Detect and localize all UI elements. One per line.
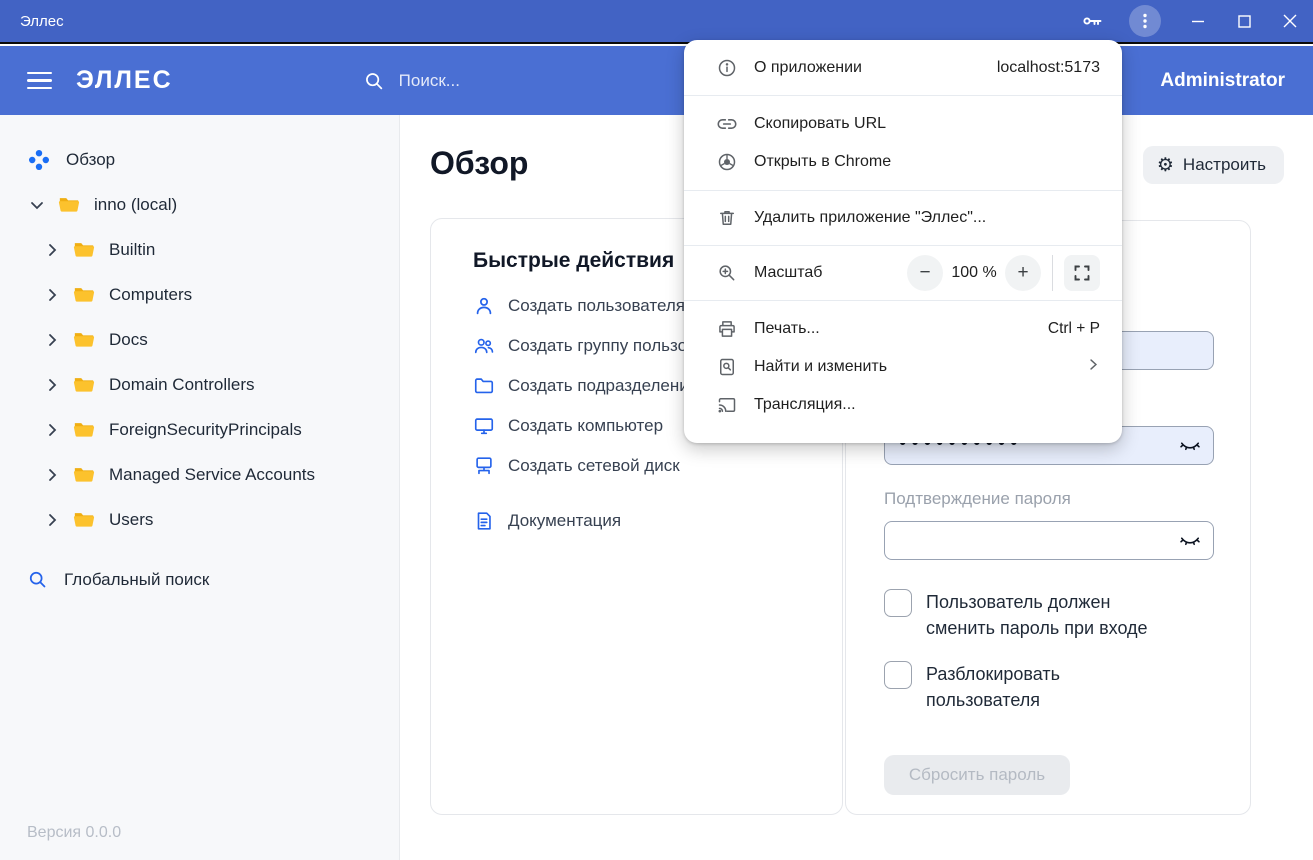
confirm-password-field[interactable] bbox=[884, 521, 1214, 560]
sidebar-item-managed-service-accounts[interactable]: Managed Service Accounts bbox=[0, 452, 399, 497]
reset-password-button[interactable]: Сбросить пароль bbox=[884, 755, 1070, 795]
sidebar-item-global-search[interactable]: Глобальный поиск bbox=[0, 557, 399, 602]
chevron-right-icon[interactable] bbox=[43, 332, 61, 348]
menu-item-cast[interactable]: Трансляция... bbox=[684, 386, 1122, 424]
menu-item-open-in-chrome[interactable]: Открыть в Chrome bbox=[684, 143, 1122, 181]
eye-closed-icon[interactable] bbox=[1179, 436, 1201, 461]
configure-button[interactable]: ⚙ Настроить bbox=[1143, 146, 1284, 184]
search-icon bbox=[27, 569, 48, 590]
minimize-button[interactable] bbox=[1175, 0, 1221, 43]
link-icon bbox=[716, 114, 738, 134]
zoom-out-button[interactable]: − bbox=[907, 255, 943, 291]
zoom-value: 100 % bbox=[943, 264, 1005, 282]
menu-item-zoom: Масштаб − 100 % + bbox=[684, 246, 1122, 300]
chevron-right-icon[interactable] bbox=[43, 242, 61, 258]
hamburger-menu-icon[interactable] bbox=[27, 72, 52, 90]
window-title: Эллес bbox=[20, 13, 64, 30]
sidebar: Обзор inno (local) Builtin bbox=[0, 115, 400, 860]
zoom-in-button[interactable]: + bbox=[1005, 255, 1041, 291]
user-icon bbox=[473, 295, 495, 317]
chevron-down-icon[interactable] bbox=[28, 197, 46, 213]
header-search[interactable] bbox=[363, 70, 639, 92]
print-shortcut: Ctrl + P bbox=[1048, 320, 1100, 338]
chevron-right-icon[interactable] bbox=[43, 512, 61, 528]
sidebar-item-builtin[interactable]: Builtin bbox=[0, 227, 399, 272]
fullscreen-icon bbox=[1074, 265, 1090, 281]
trash-icon bbox=[716, 208, 738, 228]
chevron-right-icon[interactable] bbox=[43, 377, 61, 393]
app-origin: localhost:5173 bbox=[997, 59, 1100, 77]
sidebar-item-overview[interactable]: Обзор bbox=[0, 137, 399, 182]
chevron-right-icon[interactable] bbox=[43, 467, 61, 483]
app-logo: ЭЛЛЕС bbox=[76, 66, 173, 95]
menu-item-find-edit[interactable]: Найти и изменить bbox=[684, 348, 1122, 386]
sidebar-item-label: Глобальный поиск bbox=[64, 570, 209, 590]
printer-icon bbox=[716, 319, 738, 339]
folder-icon bbox=[73, 240, 95, 259]
eye-closed-icon[interactable] bbox=[1179, 531, 1201, 556]
gear-icon: ⚙ bbox=[1157, 156, 1174, 175]
sidebar-item-label: Domain Controllers bbox=[109, 375, 255, 395]
sidebar-item-label: Computers bbox=[109, 285, 192, 305]
cast-icon bbox=[716, 395, 738, 415]
checkbox-must-change-password[interactable]: Пользователь должен сменить пароль при в… bbox=[884, 589, 1212, 641]
sidebar-item-label: Managed Service Accounts bbox=[109, 465, 315, 485]
checkbox[interactable] bbox=[884, 589, 912, 617]
sidebar-item-domain-controllers[interactable]: Domain Controllers bbox=[0, 362, 399, 407]
chevron-right-icon[interactable] bbox=[43, 287, 61, 303]
folder-icon bbox=[73, 420, 95, 439]
menu-item-about[interactable]: О приложении localhost:5173 bbox=[684, 40, 1122, 95]
app-menu-dots-icon[interactable] bbox=[1129, 5, 1161, 37]
sidebar-item-label: Docs bbox=[109, 330, 148, 350]
maximize-button[interactable] bbox=[1221, 0, 1267, 43]
user-group-icon bbox=[473, 335, 495, 357]
titlebar: Эллес bbox=[0, 0, 1313, 44]
menu-item-print[interactable]: Печать... Ctrl + P bbox=[684, 310, 1122, 348]
app-window: Эллес ЭЛЛЕС bbox=[0, 0, 1313, 860]
action-create-network-drive[interactable]: Создать сетевой диск bbox=[473, 446, 842, 486]
confirm-password-label: Подтверждение пароля bbox=[884, 489, 1212, 509]
menu-item-uninstall[interactable]: Удалить приложение "Эллес"... bbox=[684, 191, 1122, 245]
find-in-page-icon bbox=[716, 357, 738, 377]
document-icon bbox=[473, 510, 495, 532]
sidebar-item-label: inno (local) bbox=[94, 195, 177, 215]
app-menu: О приложении localhost:5173 Скопировать … bbox=[684, 40, 1122, 443]
sidebar-item-users[interactable]: Users bbox=[0, 497, 399, 542]
sidebar-item-domain[interactable]: inno (local) bbox=[0, 182, 399, 227]
submenu-chevron-icon bbox=[1087, 358, 1100, 376]
password-key-icon[interactable] bbox=[1075, 4, 1109, 38]
info-icon bbox=[716, 58, 738, 78]
folder-open-icon bbox=[58, 195, 80, 214]
sidebar-item-foreign-security-principals[interactable]: ForeignSecurityPrincipals bbox=[0, 407, 399, 452]
folder-icon bbox=[73, 375, 95, 394]
overview-clover-icon bbox=[28, 149, 50, 171]
page-title: Обзор bbox=[430, 145, 528, 182]
close-button[interactable] bbox=[1267, 0, 1313, 43]
chevron-right-icon[interactable] bbox=[43, 422, 61, 438]
action-documentation[interactable]: Документация bbox=[473, 501, 842, 541]
fullscreen-button[interactable] bbox=[1064, 255, 1100, 291]
folder-icon bbox=[73, 510, 95, 529]
app-version: Версия 0.0.0 bbox=[27, 824, 121, 842]
zoom-in-icon bbox=[716, 263, 738, 283]
chrome-icon bbox=[716, 152, 738, 172]
folder-icon bbox=[73, 465, 95, 484]
sidebar-item-docs[interactable]: Docs bbox=[0, 317, 399, 362]
folder-icon bbox=[73, 330, 95, 349]
current-user[interactable]: Administrator bbox=[1160, 70, 1285, 92]
search-icon bbox=[363, 70, 385, 92]
network-drive-icon bbox=[473, 455, 495, 477]
menu-item-copy-url[interactable]: Скопировать URL bbox=[684, 105, 1122, 143]
checkbox-unlock-user[interactable]: Разблокировать пользователя bbox=[884, 661, 1212, 713]
folder-icon bbox=[473, 375, 495, 397]
sidebar-item-label: Builtin bbox=[109, 240, 155, 260]
sidebar-item-label: Обзор bbox=[66, 150, 115, 170]
sidebar-item-label: ForeignSecurityPrincipals bbox=[109, 420, 302, 440]
computer-icon bbox=[473, 415, 495, 437]
folder-icon bbox=[73, 285, 95, 304]
sidebar-item-label: Users bbox=[109, 510, 153, 530]
sidebar-item-computers[interactable]: Computers bbox=[0, 272, 399, 317]
checkbox[interactable] bbox=[884, 661, 912, 689]
search-input[interactable] bbox=[399, 71, 639, 91]
